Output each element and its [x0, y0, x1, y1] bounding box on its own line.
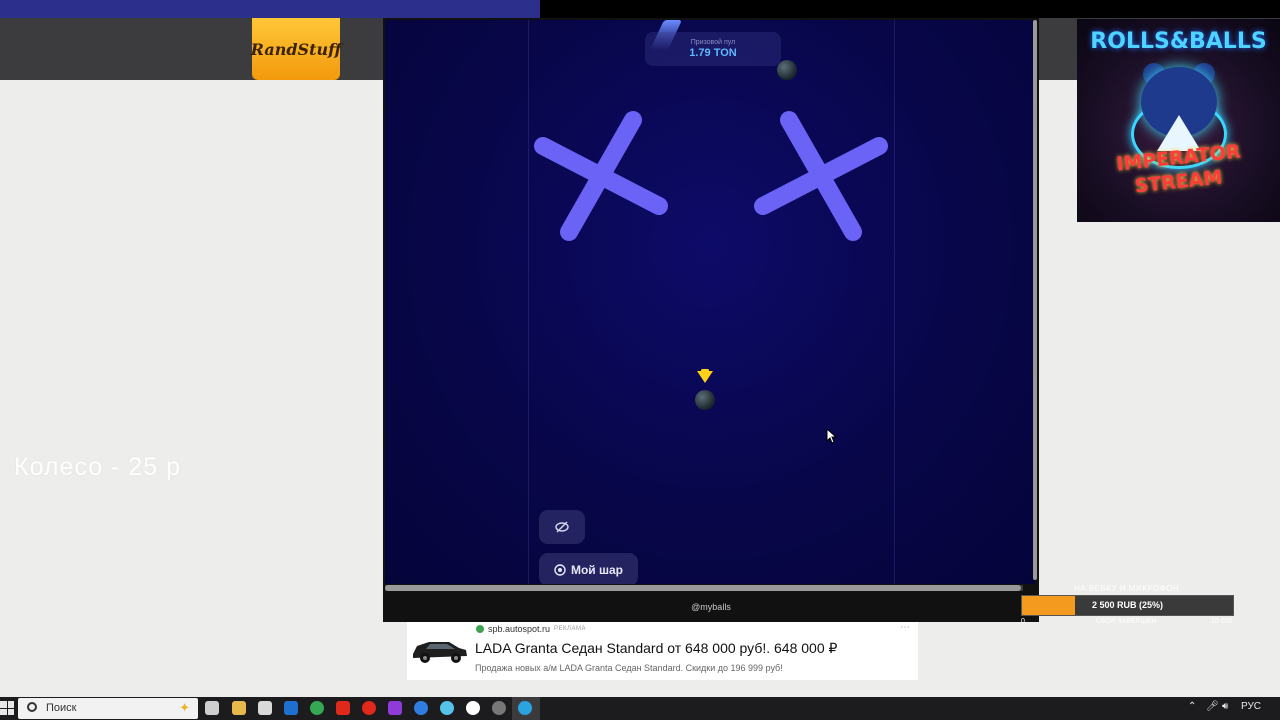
stream-cover-art: ROLLS&BALLS IMPERATOR STREAM — [1077, 19, 1280, 222]
edge-icon[interactable] — [414, 701, 428, 715]
car-image — [413, 642, 467, 663]
taskbar-search-label: Поиск — [46, 702, 77, 714]
outlook-icon[interactable] — [284, 701, 298, 715]
donation-progress-bar: 2 500 RUB (25%) — [1021, 595, 1234, 616]
store-icon[interactable] — [258, 701, 272, 715]
horizontal-scrollbar[interactable] — [385, 585, 1023, 591]
tray-chevron-icon[interactable]: ⌃ — [1188, 701, 1196, 712]
taskbar-search[interactable]: Поиск ✦ — [18, 698, 198, 719]
my-ball-button[interactable]: Мой шар — [539, 553, 638, 584]
hide-view-button[interactable] — [539, 510, 585, 544]
donation-goal-title: НА ВЕБКУ И МИКРОФОН — [1074, 584, 1180, 593]
donation-amount: 2 500 RUB (25%) — [1091, 600, 1164, 610]
game-canvas[interactable]: Призовой пул 1.79 TON Мой шар — [385, 20, 1035, 584]
ad-banner[interactable]: spb.autospot.ru РЕКЛАМА ⋯ LADA Granta Се… — [407, 622, 918, 680]
browser-top-strip — [0, 0, 540, 18]
taskbar: Поиск ✦ ⌃ 🎤︎ 🔊︎ РУС — [0, 697, 1280, 720]
game-window: Призовой пул 1.79 TON Мой шар @myballs — [383, 18, 1039, 622]
mouse-cursor-icon — [826, 428, 838, 444]
ad-description: Продажа новых а/м LADA Granta Седан Stan… — [475, 663, 783, 673]
yandex-browser-icon[interactable] — [466, 701, 480, 715]
cross-left-bar-2 — [560, 111, 642, 241]
media-icon[interactable] — [388, 701, 402, 715]
obstacle-crosses — [534, 111, 888, 241]
target-icon — [554, 563, 566, 576]
donation-min-value: 0 — [1021, 618, 1025, 625]
microphone-icon[interactable]: 🎤︎ — [1206, 701, 1219, 712]
horizontal-scrollbar-thumb[interactable] — [385, 585, 1021, 591]
chatgpt-icon[interactable] — [492, 701, 506, 715]
copilot-sparkle-icon: ✦ — [179, 700, 190, 715]
my-ball-button-label: Мой шар — [570, 562, 624, 577]
cover-title: ROLLS&BALLS — [1090, 29, 1267, 54]
input-language[interactable]: РУС — [1241, 701, 1261, 712]
ad-source-icon — [476, 625, 484, 633]
opera-icon[interactable] — [362, 701, 376, 715]
search-icon — [27, 702, 37, 712]
my-ball — [695, 390, 715, 410]
wheel-price-overlay: Колесо - 25 р — [14, 453, 181, 481]
vertical-scrollbar[interactable] — [1033, 20, 1037, 580]
file-explorer-icon[interactable] — [232, 701, 246, 715]
channel-handle: @myballs — [691, 602, 731, 612]
eye-off-icon — [555, 521, 569, 533]
windows-start-icon[interactable] — [0, 701, 14, 715]
ad-source[interactable]: spb.autospot.ru РЕКЛАМА — [476, 624, 586, 634]
my-ball-marker-icon — [697, 371, 713, 383]
chrome-icon[interactable] — [310, 701, 324, 715]
cross-right-bar-2 — [780, 111, 862, 241]
photos-icon[interactable] — [440, 701, 454, 715]
telegram-icon[interactable] — [518, 701, 532, 715]
volume-icon[interactable]: 🔊︎ — [1222, 701, 1228, 712]
ad-title[interactable]: LADA Granta Седан Standard от 648 000 ру… — [475, 640, 837, 657]
ball — [777, 60, 797, 80]
site-logo[interactable]: RandStuff — [251, 18, 341, 80]
ad-more-icon[interactable]: ⋯ — [900, 622, 910, 633]
donation-status: СБОР ЗАВЕРШЁН — [1096, 618, 1157, 625]
ad-tag: РЕКЛАМА — [554, 626, 586, 632]
donation-max-value: 10 000 — [1211, 618, 1233, 625]
yandex-icon[interactable] — [336, 701, 350, 715]
task-view-icon[interactable] — [205, 701, 219, 715]
browser-top-strip-dark — [540, 0, 1280, 18]
ad-source-domain: spb.autospot.ru — [488, 624, 551, 634]
